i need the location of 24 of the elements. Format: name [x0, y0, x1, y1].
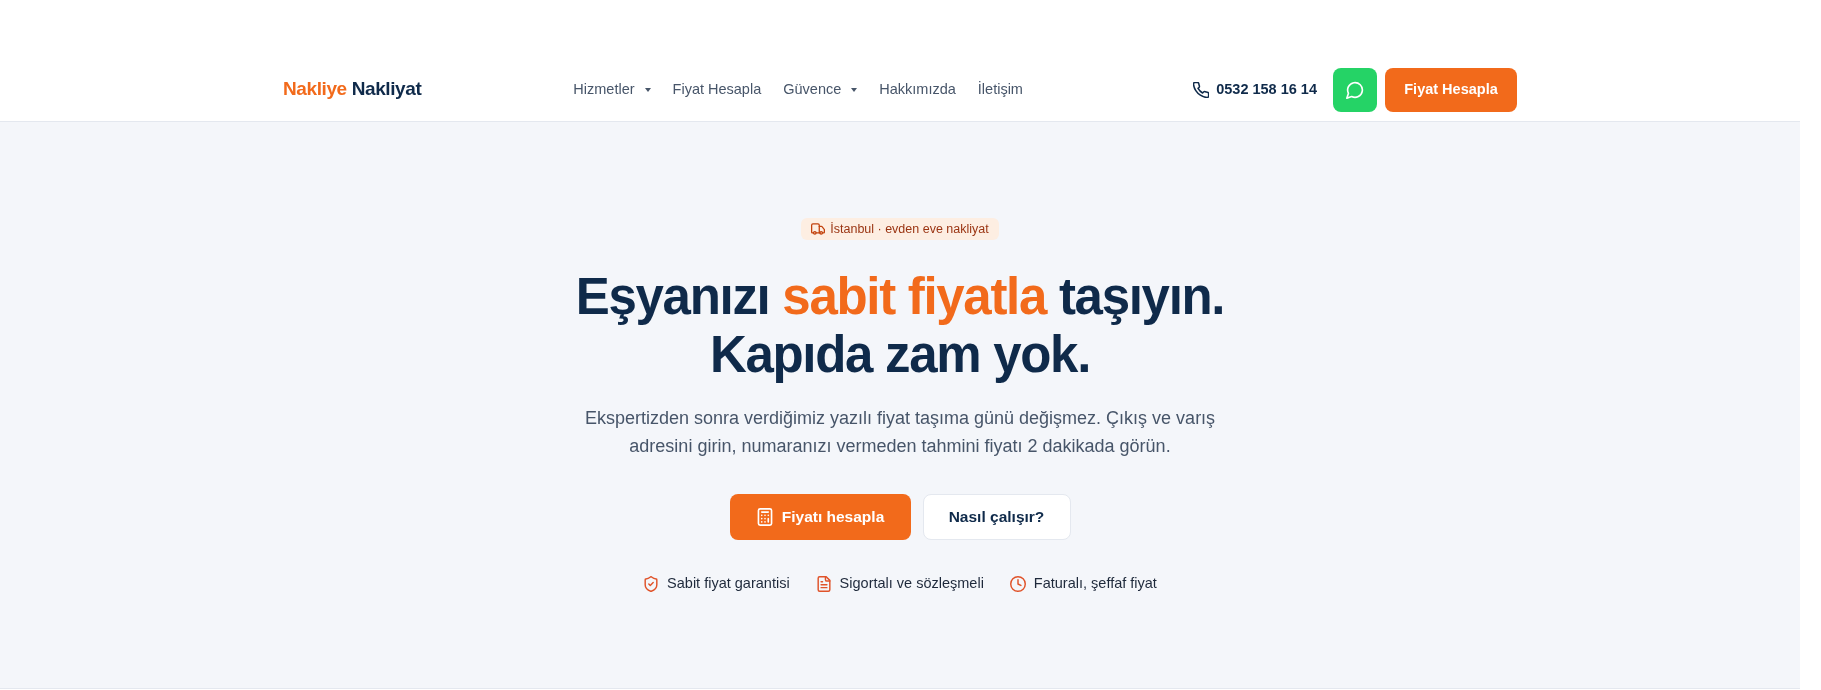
nav-link[interactable]: Hakkımızda [868, 78, 967, 101]
chat-button[interactable] [1333, 67, 1377, 112]
nav-link[interactable]: Fiyat Hesapla [661, 78, 773, 101]
nav-link[interactable]: Güvence [772, 78, 869, 101]
truck-icon [811, 222, 826, 236]
shield-check-icon [643, 575, 660, 592]
brand-logo[interactable]: Nakliye Nakliyat [283, 75, 422, 104]
phone-icon [1193, 81, 1210, 98]
how-it-works-button[interactable]: Nasıl çalışır? [922, 494, 1071, 540]
feature-label: Sigortalı ve sözleşmeli [839, 574, 984, 593]
caret-icon [851, 87, 858, 92]
phone-number[interactable]: 0532 158 16 14 [1216, 78, 1317, 101]
nav-link[interactable]: Hizmetler [562, 78, 662, 101]
feature-label: Faturalı, şeffaf fiyat [1033, 574, 1157, 593]
caret-icon [644, 87, 651, 92]
calculator-icon [755, 508, 774, 526]
badge-label: İstanbul · evden eve nakliyat [830, 220, 989, 238]
hero-heading: Eşyanızı sabit fiyatla taşıyın. Kapıda zam yok. [575, 268, 1225, 384]
clock-icon [1009, 575, 1026, 592]
chat-bubble-icon [1346, 80, 1364, 99]
nav-link[interactable]: İletişim [966, 78, 1034, 101]
feature-label: Sabit fiyat garantisi [667, 574, 790, 593]
hero-description: Ekspertizden sonra verdiğimiz yazılı fiyat taşıma günü değişmez. Çıkış ve varış adresini girin, numaranızı vermeden tahmini fiyatı 2 dakikada görün. [583, 407, 1217, 458]
document-icon [815, 575, 832, 592]
